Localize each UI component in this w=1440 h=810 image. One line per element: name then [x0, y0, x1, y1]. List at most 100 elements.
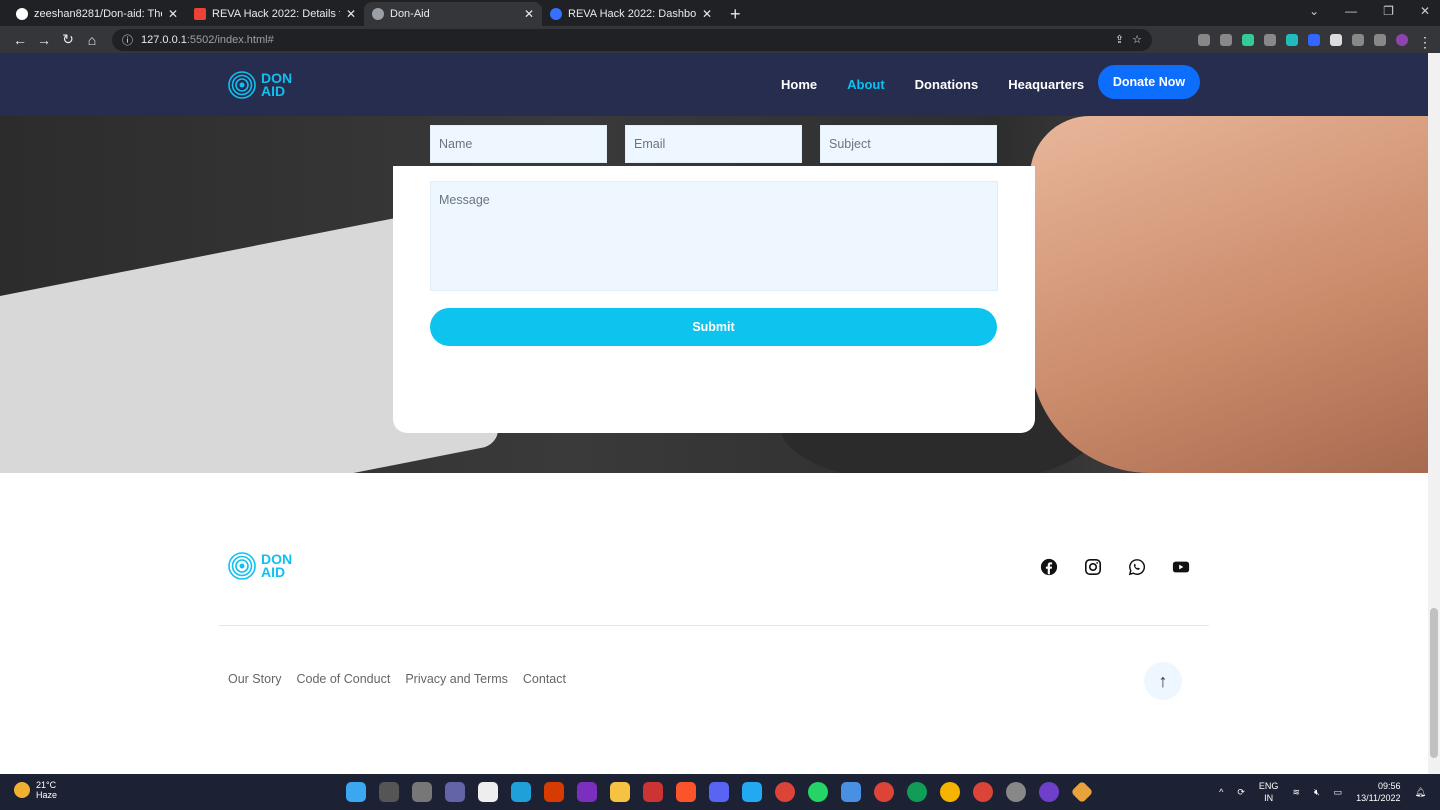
name-input[interactable]: Name	[430, 125, 607, 163]
close-tab-icon[interactable]: ✕	[702, 7, 712, 21]
whatsapp-app-icon[interactable]	[808, 782, 828, 802]
notification-icon[interactable]: 🔔︎	[1415, 786, 1426, 798]
system-tray: ^ ⟳ ENG IN ≋ 🔇︎ ▭ 09:56 13/11/2022 🔔︎	[1219, 780, 1426, 804]
puzzle-icon[interactable]	[1352, 33, 1364, 46]
vscode-icon[interactable]	[742, 782, 762, 802]
tab-search-icon[interactable]: ⌄	[1309, 4, 1319, 18]
page-scrollbar[interactable]	[1428, 53, 1440, 774]
browser-tab-bar: zeeshan8281/Don-aid: The curre✕ REVA Hac…	[0, 0, 1440, 26]
extension-icon[interactable]	[1330, 33, 1342, 46]
close-window-button[interactable]: ✕	[1420, 4, 1430, 18]
chrome-profile-icon[interactable]	[940, 782, 960, 802]
weather-haze-icon	[14, 782, 30, 798]
close-tab-icon[interactable]: ✕	[168, 7, 178, 21]
message-textarea[interactable]: Message	[430, 181, 998, 291]
extension-icon[interactable]	[1264, 33, 1276, 46]
brave-icon[interactable]	[676, 782, 696, 802]
email-input[interactable]: Email	[625, 125, 802, 163]
home-icon[interactable]: ⌂	[80, 32, 104, 48]
footer-logo[interactable]: DON AID	[227, 551, 292, 581]
teams-chat-icon[interactable]	[445, 782, 465, 802]
store-icon[interactable]	[478, 782, 498, 802]
sync-icon[interactable]: ⟳	[1237, 786, 1245, 798]
nav-headquarters[interactable]: Heaquarters	[1008, 77, 1084, 92]
search-icon[interactable]	[379, 782, 399, 802]
globe-icon	[372, 8, 384, 20]
chrome-profile-icon[interactable]	[874, 782, 894, 802]
volume-muted-icon[interactable]: 🔇︎	[1314, 786, 1320, 798]
extensions: ⋮	[1198, 33, 1432, 50]
social-links	[1040, 558, 1190, 576]
close-tab-icon[interactable]: ✕	[346, 7, 356, 21]
menu-icon[interactable]: ⋮	[1418, 34, 1432, 50]
nav-donations[interactable]: Donations	[915, 77, 979, 92]
logo[interactable]: DON AID	[227, 70, 292, 100]
side-panel-icon[interactable]	[1374, 33, 1386, 46]
scrollbar-thumb[interactable]	[1430, 608, 1438, 758]
info-icon[interactable]: ⓘ	[122, 32, 133, 48]
git-icon[interactable]	[1070, 780, 1094, 804]
chrome-icon[interactable]	[775, 782, 795, 802]
notepad-icon[interactable]	[841, 782, 861, 802]
instagram-icon[interactable]	[1084, 558, 1102, 576]
footer: DON AID Our Story Code of Conduct Privacy…	[0, 473, 1428, 774]
github-icon	[16, 8, 28, 20]
forward-icon[interactable]: →	[32, 32, 56, 48]
browser-tab[interactable]: REVA Hack 2022: Details for final✕	[186, 2, 364, 26]
chrome-profile-icon[interactable]	[907, 782, 927, 802]
windows-taskbar: 21°C Haze ^ ⟳ ENG IN ≋ 🔇︎ ▭ 09:56 13/11/202…	[0, 774, 1440, 810]
browser-tab[interactable]: REVA Hack 2022: Dashboard | De✕	[542, 2, 720, 26]
nav-about[interactable]: About	[847, 77, 885, 92]
language-indicator[interactable]: ENG IN	[1259, 780, 1279, 804]
browser-toolbar: ← → ↻ ⌂ ⓘ 127.0.0.1:5502/index.html# ⇪ ☆ ⋮	[0, 26, 1440, 53]
footer-link-code-of-conduct[interactable]: Code of Conduct	[297, 672, 391, 686]
windows-start-icon[interactable]	[346, 782, 366, 802]
office-icon[interactable]	[544, 782, 564, 802]
profile-avatar[interactable]	[1396, 33, 1408, 46]
footer-link-contact[interactable]: Contact	[523, 672, 566, 686]
task-view-icon[interactable]	[412, 782, 432, 802]
minimize-button[interactable]: —	[1345, 4, 1357, 18]
discord-icon[interactable]	[709, 782, 729, 802]
footer-link-our-story[interactable]: Our Story	[228, 672, 282, 686]
back-to-top-button[interactable]: ↑	[1144, 662, 1182, 700]
reload-icon[interactable]: ↻	[56, 31, 80, 48]
chrome-profile-icon[interactable]	[973, 782, 993, 802]
new-tab-button[interactable]: +	[730, 2, 741, 26]
bookmark-star-icon[interactable]: ☆	[1132, 33, 1142, 46]
github-desktop-icon[interactable]	[1039, 782, 1059, 802]
footer-link-privacy-terms[interactable]: Privacy and Terms	[405, 672, 508, 686]
close-tab-icon[interactable]: ✕	[524, 7, 534, 21]
browser-tab[interactable]: zeeshan8281/Don-aid: The curre✕	[8, 2, 186, 26]
back-icon[interactable]: ←	[8, 32, 32, 48]
extension-icon[interactable]	[1220, 33, 1232, 46]
tray-overflow-icon[interactable]: ^	[1219, 786, 1223, 798]
donate-now-button[interactable]: Donate Now	[1098, 65, 1200, 99]
submit-button[interactable]: Submit	[430, 308, 997, 346]
taskbar-apps	[346, 780, 1094, 804]
share-icon[interactable]: ⇪	[1115, 33, 1124, 46]
youtube-icon[interactable]	[1172, 558, 1190, 576]
extension-icon[interactable]	[1286, 33, 1298, 46]
address-bar[interactable]: ⓘ 127.0.0.1:5502/index.html# ⇪ ☆	[112, 28, 1152, 51]
whatsapp-icon[interactable]	[1128, 558, 1146, 576]
edge-icon[interactable]	[511, 782, 531, 802]
clock[interactable]: 09:56 13/11/2022	[1356, 780, 1400, 804]
restore-button[interactable]: ❐	[1383, 4, 1394, 18]
extension-icon[interactable]	[1198, 33, 1210, 46]
facebook-icon[interactable]	[1040, 558, 1058, 576]
website: DON AID Home About Donations Heaquarters …	[0, 53, 1428, 774]
q-app-icon[interactable]	[577, 782, 597, 802]
battery-icon[interactable]: ▭	[1334, 786, 1343, 798]
browser-tab-active[interactable]: Don-Aid ✕	[364, 2, 542, 26]
settings-icon[interactable]	[1006, 782, 1026, 802]
weather-widget[interactable]: 21°C Haze	[14, 780, 57, 800]
wifi-icon[interactable]: ≋	[1292, 786, 1300, 798]
extension-icon[interactable]	[1308, 33, 1320, 46]
subject-input[interactable]: Subject	[820, 125, 997, 163]
extension-icon[interactable]	[1242, 33, 1254, 46]
hero-background-image	[0, 116, 1428, 562]
nav-home[interactable]: Home	[781, 77, 817, 92]
wps-icon[interactable]	[643, 782, 663, 802]
file-explorer-icon[interactable]	[610, 782, 630, 802]
